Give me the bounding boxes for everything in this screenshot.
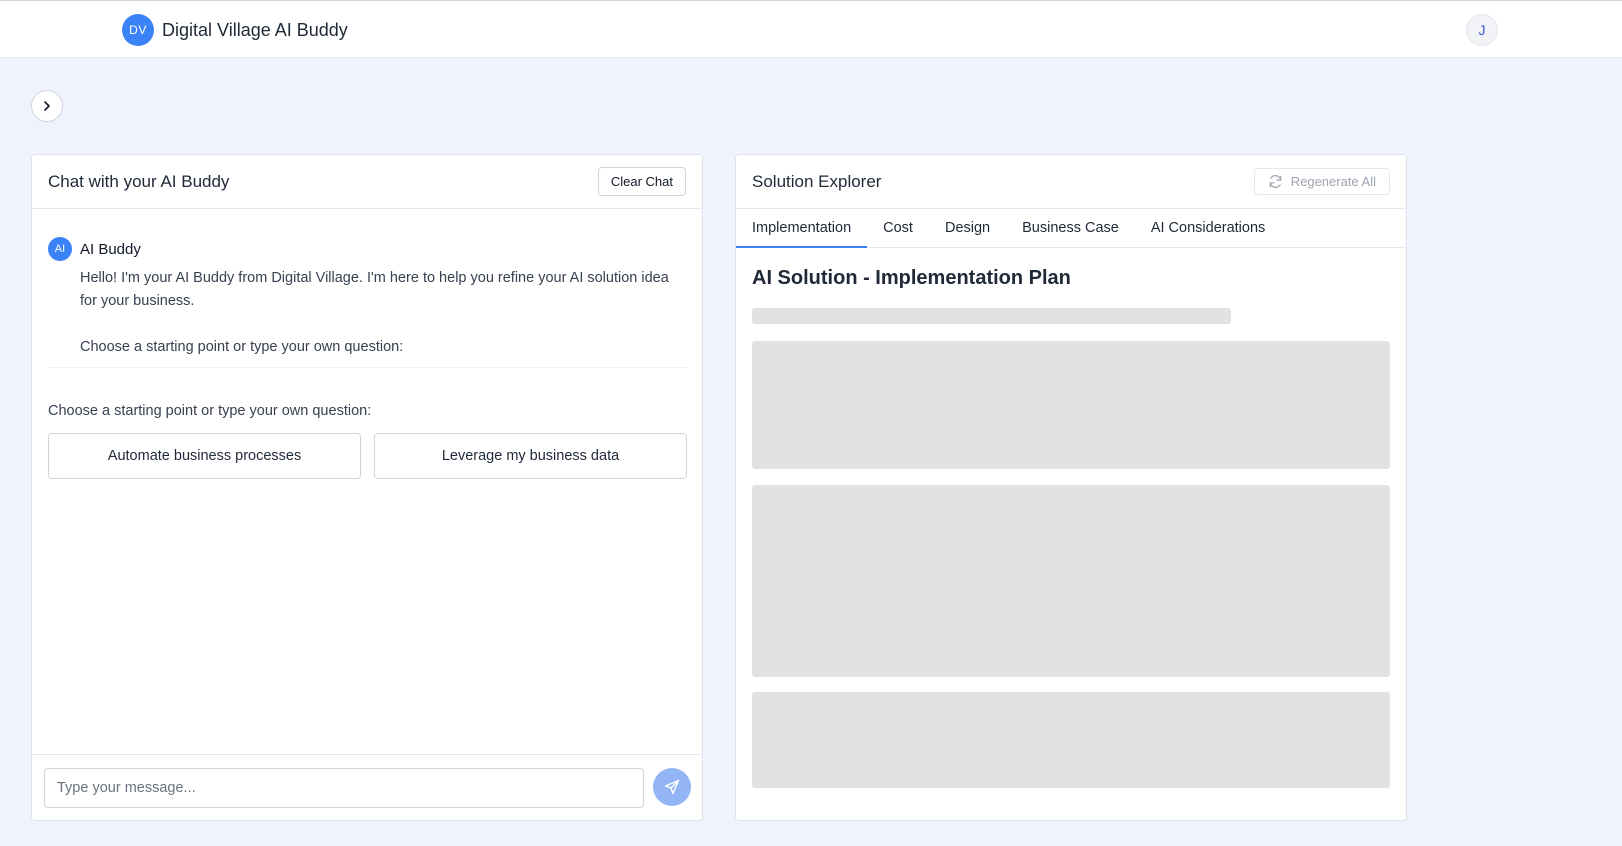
ai-avatar: AI	[48, 237, 72, 261]
chat-panel: Chat with your AI Buddy Clear Chat AI AI…	[31, 154, 703, 821]
skeleton-block	[752, 485, 1390, 677]
regenerate-all-button[interactable]: Regenerate All	[1253, 168, 1390, 195]
app-title: Digital Village AI Buddy	[162, 19, 348, 40]
assistant-message: AI AI Buddy Hello! I'm your AI Buddy fro…	[48, 237, 688, 359]
skeleton-block	[752, 692, 1390, 788]
send-button[interactable]	[653, 768, 691, 806]
message-body: Hello! I'm your AI Buddy from Digital Vi…	[80, 267, 688, 359]
top-navigation-bar: DV Digital Village AI Buddy J	[0, 0, 1622, 58]
explorer-panel-title: Solution Explorer	[752, 171, 882, 191]
send-icon	[664, 779, 680, 795]
message-text: Hello! I'm your AI Buddy from Digital Vi…	[80, 270, 669, 309]
chat-panel-header: Chat with your AI Buddy Clear Chat	[32, 155, 702, 209]
brand-logo: DV	[122, 14, 154, 46]
sidebar-toggle-button[interactable]	[31, 90, 63, 122]
solution-explorer-panel: Solution Explorer Regenerate All Impleme…	[735, 154, 1407, 821]
tab-cost[interactable]: Cost	[867, 209, 929, 248]
message-input[interactable]	[44, 768, 644, 808]
chevron-right-icon	[44, 101, 50, 111]
tab-design[interactable]: Design	[929, 209, 1006, 248]
starter-automate-button[interactable]: Automate business processes	[48, 433, 361, 479]
tab-implementation[interactable]: Implementation	[736, 209, 868, 248]
explorer-tabs: Implementation Cost Design Business Case…	[736, 209, 1406, 248]
starter-data-button[interactable]: Leverage my business data	[374, 433, 687, 479]
user-avatar[interactable]: J	[1466, 14, 1498, 46]
tab-business-case[interactable]: Business Case	[1006, 209, 1135, 248]
tab-ai-considerations[interactable]: AI Considerations	[1135, 209, 1281, 248]
skeleton-line	[752, 308, 1231, 324]
starter-prompt-label: Choose a starting point or type your own…	[48, 403, 372, 419]
chat-panel-title: Chat with your AI Buddy	[48, 171, 230, 191]
explorer-panel-header: Solution Explorer Regenerate All	[736, 155, 1406, 209]
message-divider	[48, 367, 688, 368]
clear-chat-button[interactable]: Clear Chat	[597, 167, 686, 196]
brand[interactable]: DV Digital Village AI Buddy	[122, 14, 348, 46]
regenerate-all-label: Regenerate All	[1290, 174, 1376, 189]
content-title: AI Solution - Implementation Plan	[752, 267, 1071, 289]
refresh-icon	[1269, 175, 1281, 188]
message-composer	[32, 754, 702, 820]
message-text: Choose a starting point or type your own…	[80, 339, 404, 355]
message-sender: AI Buddy	[80, 240, 141, 258]
skeleton-block	[752, 341, 1390, 469]
